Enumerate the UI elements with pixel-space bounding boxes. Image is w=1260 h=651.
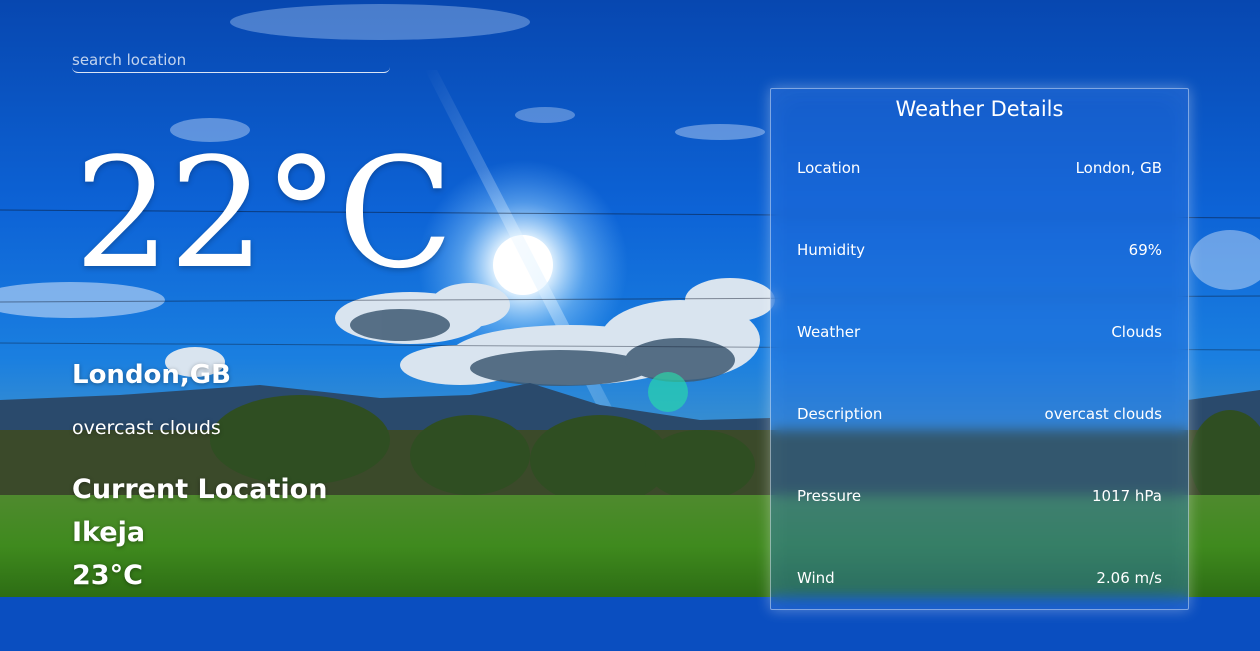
detail-row-humidity: Humidity 69% bbox=[797, 241, 1162, 323]
detail-row-weather: Weather Clouds bbox=[797, 323, 1162, 405]
detail-label: Location bbox=[797, 159, 861, 177]
detail-row-location: Location London, GB bbox=[797, 159, 1162, 241]
detail-row-pressure: Pressure 1017 hPa bbox=[797, 487, 1162, 569]
main-location: London,GB bbox=[72, 360, 231, 390]
detail-value: 69% bbox=[1128, 241, 1162, 259]
detail-row-description: Description overcast clouds bbox=[797, 405, 1162, 487]
search-input[interactable] bbox=[72, 48, 390, 73]
detail-value: Clouds bbox=[1111, 323, 1162, 341]
current-location-section: Current Location Ikeja 23°C bbox=[72, 468, 327, 597]
detail-label: Weather bbox=[797, 323, 861, 341]
detail-label: Description bbox=[797, 405, 883, 423]
detail-value: 1017 hPa bbox=[1091, 487, 1162, 505]
detail-label: Pressure bbox=[797, 487, 862, 505]
current-location-label: Current Location bbox=[72, 474, 328, 505]
weather-details-panel: Weather Details Location London, GB Humi… bbox=[770, 88, 1189, 610]
detail-row-wind: Wind 2.06 m/s bbox=[797, 569, 1162, 651]
main-temperature: 22°C bbox=[74, 125, 454, 302]
detail-label: Humidity bbox=[797, 241, 866, 259]
detail-label: Wind bbox=[797, 569, 835, 587]
detail-value: London, GB bbox=[1075, 159, 1162, 177]
main-description: overcast clouds bbox=[72, 417, 221, 439]
detail-value: 2.06 m/s bbox=[1096, 569, 1162, 587]
panel-title: Weather Details bbox=[895, 97, 1064, 121]
current-location-city: Ikeja bbox=[72, 517, 146, 548]
current-location-temperature: 23°C bbox=[72, 560, 143, 591]
detail-value: overcast clouds bbox=[1044, 405, 1162, 423]
